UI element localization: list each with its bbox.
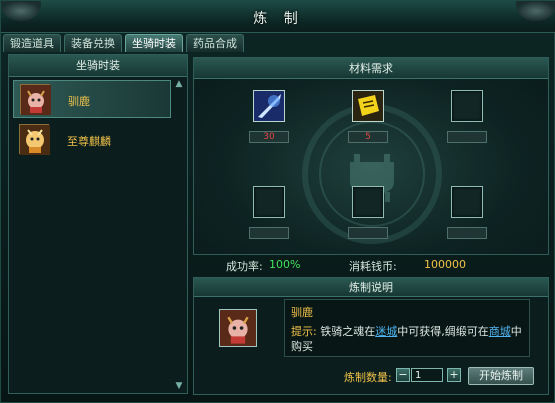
material-slot[interactable] bbox=[451, 90, 483, 122]
tab-potion-synthesis[interactable]: 药品合成 bbox=[186, 34, 244, 52]
material-count: 30 bbox=[249, 131, 289, 143]
start-refine-button[interactable]: 开始炼制 bbox=[468, 367, 534, 385]
reindeer-mount-icon bbox=[220, 310, 256, 346]
quantity-increase-button[interactable]: + bbox=[447, 368, 461, 382]
material-count bbox=[249, 227, 289, 239]
yellow-flag-scroll-icon bbox=[353, 91, 383, 121]
description-header: 炼制说明 bbox=[194, 278, 548, 297]
tip-text: 铁骑之魂在 bbox=[320, 325, 376, 338]
material-count bbox=[348, 227, 388, 239]
mount-item-name: 至尊麒麟 bbox=[67, 135, 111, 148]
mount-list-panel: 坐骑时装 驯鹿 至尊麒麟 ▲ ▼ bbox=[8, 54, 188, 394]
material-count: 5 bbox=[348, 131, 388, 143]
material-slot[interactable] bbox=[253, 90, 285, 122]
mall-link[interactable]: 商城 bbox=[489, 325, 511, 338]
refine-stats: 成功率: 100% 消耗钱币: 100000 bbox=[226, 258, 546, 274]
material-slot[interactable] bbox=[451, 186, 483, 218]
blue-sword-soul-icon bbox=[254, 91, 284, 121]
tab-bar: 锻造道具 装备兑换 坐骑时装 药品合成 bbox=[3, 34, 244, 52]
window-title: 炼 制 bbox=[253, 11, 304, 27]
tab-mount-fashion[interactable]: 坐骑时装 bbox=[125, 34, 183, 52]
refine-window: 炼 制 锻造道具 装备兑换 坐骑时装 药品合成 坐骑时装 驯鹿 至尊麒麟 ▲ ▼… bbox=[0, 0, 555, 403]
mount-item-name: 驯鹿 bbox=[68, 95, 90, 108]
tab-equipment-exchange[interactable]: 装备兑换 bbox=[64, 34, 122, 52]
material-slot[interactable] bbox=[352, 186, 384, 218]
material-count bbox=[447, 131, 487, 143]
materials-panel: 材料需求 30 5 bbox=[193, 57, 549, 255]
mount-list-header: 坐骑时装 bbox=[9, 55, 187, 77]
product-slot[interactable] bbox=[219, 309, 257, 347]
scroll-up-arrow-icon[interactable]: ▲ bbox=[173, 79, 185, 89]
materials-header: 材料需求 bbox=[194, 58, 548, 79]
material-slot[interactable] bbox=[352, 90, 384, 122]
description-tip: 提示: 铁骑之魂在迷城中可获得,绸缎可在商城中购买 bbox=[291, 324, 523, 354]
qilin-mount-icon bbox=[19, 124, 50, 155]
quantity-label: 炼制数量: bbox=[344, 371, 392, 384]
tab-forge-items[interactable]: 锻造道具 bbox=[3, 34, 61, 52]
tip-label: 提示: bbox=[291, 325, 317, 338]
material-count bbox=[447, 227, 487, 239]
product-name: 驯鹿 bbox=[291, 306, 313, 319]
reindeer-mount-icon bbox=[20, 84, 51, 115]
title-bar: 炼 制 bbox=[1, 1, 555, 33]
tip-text: 中可获得,绸缎可在 bbox=[397, 325, 489, 338]
quantity-row: 炼制数量: − + 开始炼制 bbox=[344, 367, 544, 385]
cost-label: 消耗钱币: bbox=[349, 260, 397, 273]
description-panel: 炼制说明 驯鹿 提示: 铁骑之魂在迷城中可获得,绸缎可在商城中购买 炼制数量: … bbox=[193, 277, 549, 395]
success-rate-label: 成功率: bbox=[226, 260, 263, 273]
material-slot[interactable] bbox=[253, 186, 285, 218]
cost-value: 100000 bbox=[424, 258, 466, 271]
quantity-input[interactable] bbox=[411, 368, 443, 382]
mount-item-reindeer[interactable]: 驯鹿 bbox=[13, 80, 171, 118]
success-rate-value: 100% bbox=[269, 258, 301, 271]
mount-list-scrollbar[interactable]: ▲ ▼ bbox=[173, 79, 185, 391]
maze-city-link[interactable]: 迷城 bbox=[375, 325, 397, 338]
description-text-box: 驯鹿 提示: 铁骑之魂在迷城中可获得,绸缎可在商城中购买 bbox=[284, 299, 530, 357]
quantity-decrease-button[interactable]: − bbox=[396, 368, 410, 382]
mount-item-qilin[interactable]: 至尊麒麟 bbox=[13, 121, 171, 159]
scroll-down-arrow-icon[interactable]: ▼ bbox=[173, 381, 185, 391]
